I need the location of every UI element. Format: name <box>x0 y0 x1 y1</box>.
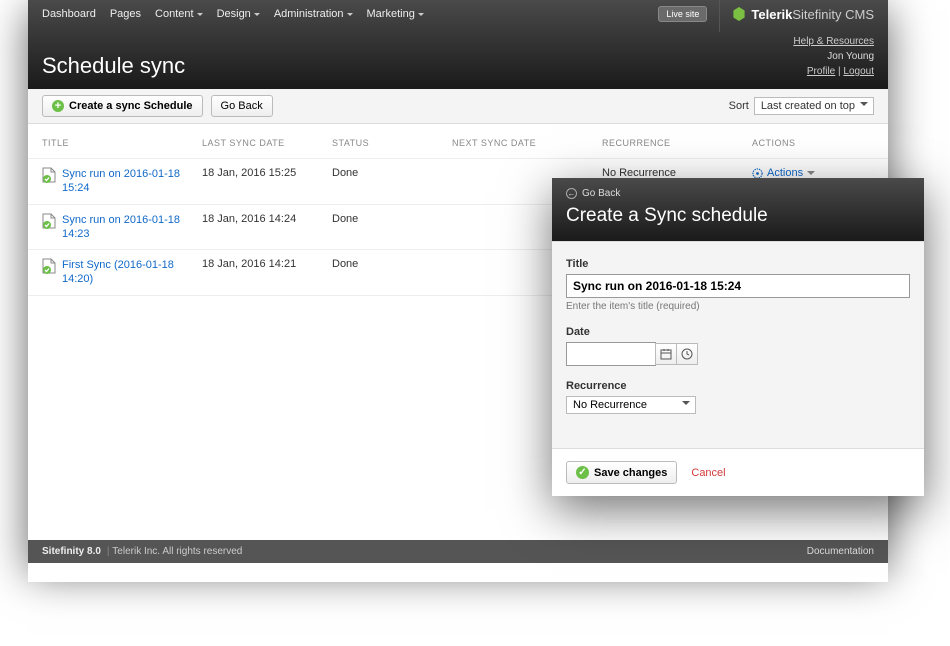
row-last-sync: 18 Jan, 2016 14:24 <box>202 213 332 225</box>
footer: Sitefinity 8.0 | Telerik Inc. All rights… <box>28 540 888 563</box>
go-back-button[interactable]: Go Back <box>211 95 273 117</box>
dialog-title: Create a Sync schedule <box>566 205 910 227</box>
title-field-label: Title <box>566 258 910 270</box>
logout-link[interactable]: Logout <box>843 66 874 77</box>
page-title: Schedule sync <box>42 53 185 79</box>
title-help-text: Enter the item's title (required) <box>566 301 910 312</box>
row-status: Done <box>332 213 452 225</box>
save-changes-button[interactable]: ✓ Save changes <box>566 461 677 484</box>
row-status: Done <box>332 258 452 270</box>
sort-label: Sort <box>729 100 749 112</box>
top-nav: Dashboard Pages Content Design Administr… <box>28 0 888 28</box>
chevron-down-icon <box>347 13 353 19</box>
version-label: Sitefinity 8.0 <box>42 546 101 557</box>
create-schedule-dialog: ← Go Back Create a Sync schedule Title E… <box>552 178 924 496</box>
profile-link[interactable]: Profile <box>807 66 835 77</box>
plus-icon: + <box>52 100 64 112</box>
sort-select[interactable]: Last created on top <box>754 97 874 115</box>
chevron-down-icon <box>254 13 260 19</box>
row-last-sync: 18 Jan, 2016 15:25 <box>202 167 332 179</box>
nav-design[interactable]: Design <box>217 8 260 20</box>
dialog-go-back-button[interactable]: ← Go Back <box>566 188 910 199</box>
create-schedule-button[interactable]: + Create a sync Schedule <box>42 95 203 117</box>
table-header: TITLE LAST SYNC DATE STATUS NEXT SYNC DA… <box>28 124 888 159</box>
nav-marketing[interactable]: Marketing <box>367 8 424 20</box>
calendar-button[interactable] <box>655 343 677 365</box>
document-check-icon <box>42 258 56 274</box>
copyright: Telerik Inc. All rights reserved <box>112 546 242 557</box>
time-button[interactable] <box>676 343 698 365</box>
document-check-icon <box>42 167 56 183</box>
check-icon: ✓ <box>576 466 589 479</box>
user-name: Jon Young <box>793 49 874 64</box>
row-title-link[interactable]: Sync run on 2016-01-18 14:23 <box>62 213 202 242</box>
nav-administration[interactable]: Administration <box>274 8 353 20</box>
help-link[interactable]: Help & Resources <box>793 36 874 47</box>
date-field-label: Date <box>566 326 910 338</box>
clock-icon <box>681 348 693 360</box>
nav-dashboard[interactable]: Dashboard <box>42 8 96 20</box>
live-site-button[interactable]: Live site <box>658 6 707 22</box>
recurrence-field-label: Recurrence <box>566 380 910 392</box>
date-input[interactable] <box>566 342 656 366</box>
row-title-link[interactable]: Sync run on 2016-01-18 15:24 <box>62 167 202 196</box>
document-check-icon <box>42 213 56 229</box>
chevron-down-icon <box>418 13 424 19</box>
calendar-icon <box>660 348 672 360</box>
back-arrow-icon: ← <box>566 188 577 199</box>
nav-content[interactable]: Content <box>155 8 203 20</box>
telerik-logo-icon <box>732 7 746 21</box>
brand: TelerikSitefinity CMS <box>732 7 874 22</box>
nav-pages[interactable]: Pages <box>110 8 141 20</box>
row-last-sync: 18 Jan, 2016 14:21 <box>202 258 332 270</box>
row-status: Done <box>332 167 452 179</box>
recurrence-select[interactable]: No Recurrence <box>566 396 696 414</box>
title-input[interactable] <box>566 274 910 298</box>
chevron-down-icon <box>197 13 203 19</box>
toolbar: + Create a sync Schedule Go Back Sort La… <box>28 89 888 124</box>
gear-icon <box>752 168 763 179</box>
documentation-link[interactable]: Documentation <box>807 546 874 557</box>
row-title-link[interactable]: First Sync (2016-01-18 14:20) <box>62 258 202 287</box>
cancel-link[interactable]: Cancel <box>691 467 725 479</box>
